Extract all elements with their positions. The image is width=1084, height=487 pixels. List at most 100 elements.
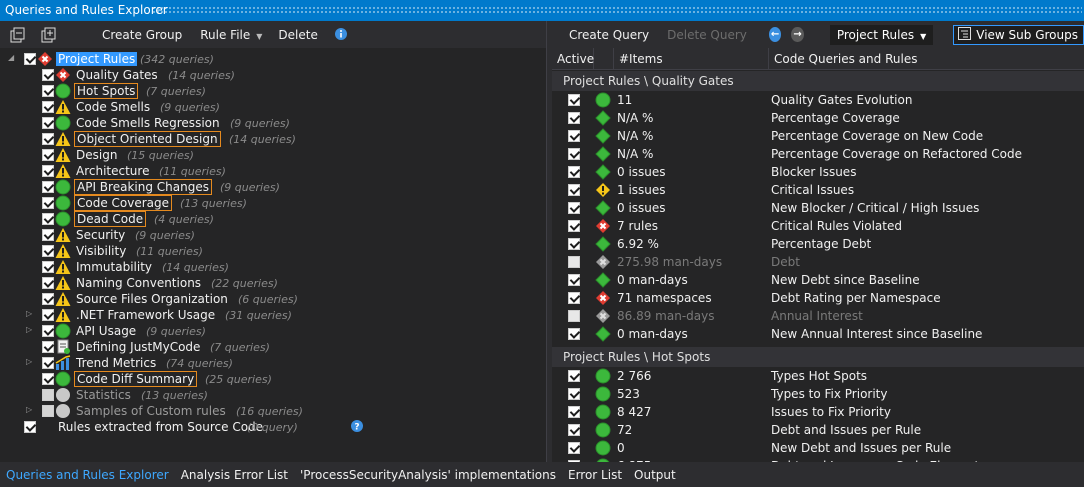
bottom-tab[interactable]: Output — [628, 468, 682, 482]
group-header[interactable]: Project Rules \ Hot Spots — [552, 347, 1084, 367]
tree-item-label[interactable]: .NET Framework Usage — [74, 308, 217, 322]
tree-item-checkbox[interactable] — [42, 69, 54, 81]
delete-query-button[interactable]: Delete Query — [659, 28, 755, 42]
tree-item-label[interactable]: API Usage — [74, 324, 138, 338]
tree-item-checkbox[interactable] — [42, 101, 54, 113]
tree-item[interactable]: Quality Gates (14 queries) — [0, 67, 546, 83]
tree-item[interactable]: Code Smells Regression (9 queries) — [0, 115, 546, 131]
tree-item[interactable]: Object Oriented Design (14 queries) — [0, 131, 546, 147]
query-name[interactable]: Types Hot Spots — [771, 369, 867, 383]
bottom-tab[interactable]: Analysis Error List — [175, 468, 294, 482]
query-row[interactable]: 0 New Debt and Issues per Rule — [552, 439, 1084, 457]
query-row[interactable]: 72 Debt and Issues per Rule — [552, 421, 1084, 439]
tree-item-label[interactable]: Source Files Organization — [74, 292, 230, 306]
query-name[interactable]: Debt Rating per Namespace — [771, 291, 941, 305]
col-name-header[interactable]: Code Queries and Rules — [769, 48, 1084, 70]
collapse-all-icon[interactable] — [10, 27, 26, 43]
query-row[interactable]: N/A % Percentage Coverage on New Code — [552, 127, 1084, 145]
query-row[interactable]: N/A % Percentage Coverage — [552, 109, 1084, 127]
tree-item[interactable]: Visibility (11 queries) — [0, 243, 546, 259]
tree-item[interactable]: ▷ Trend Metrics (74 queries) — [0, 355, 546, 371]
query-row[interactable]: 8 427 Issues to Fix Priority — [552, 403, 1084, 421]
tree-item-checkbox[interactable] — [42, 229, 54, 241]
query-row[interactable]: N/A % Percentage Coverage on Refactored C… — [552, 145, 1084, 163]
query-name[interactable]: Debt — [771, 255, 800, 269]
bottom-tab[interactable]: 'ProcessSecurityAnalysis' implementation… — [294, 468, 562, 482]
delete-button[interactable]: Delete — [270, 28, 325, 42]
back-icon[interactable]: ← — [768, 27, 782, 42]
root-checkbox[interactable] — [24, 53, 36, 65]
query-row[interactable]: 0 man-days New Debt since Baseline — [552, 271, 1084, 289]
query-name[interactable]: Debt and Issues per Rule — [771, 423, 921, 437]
query-row[interactable]: 11 Quality Gates Evolution — [552, 91, 1084, 109]
titlebar-grip[interactable] — [152, 6, 1082, 15]
tree-item-checkbox[interactable] — [42, 357, 54, 369]
help-icon[interactable]: ? — [350, 419, 366, 435]
tree-item-label[interactable]: Visibility — [74, 244, 128, 258]
tree-item-label[interactable]: Dead Code — [74, 211, 147, 227]
tree-item-checkbox[interactable] — [42, 405, 54, 417]
query-name[interactable]: Percentage Coverage on New Code — [771, 129, 983, 143]
info-icon[interactable] — [334, 27, 350, 43]
query-name[interactable]: Critical Issues — [771, 183, 854, 197]
query-active-checkbox[interactable] — [568, 442, 580, 454]
query-name[interactable]: Percentage Coverage — [771, 111, 900, 125]
tree-item-label[interactable]: Design — [74, 148, 119, 162]
tree-item-label[interactable]: Samples of Custom rules — [74, 404, 228, 418]
query-name[interactable]: Percentage Coverage on Refactored Code — [771, 147, 1022, 161]
tree-item-label[interactable]: Trend Metrics — [74, 356, 158, 370]
col-active-header[interactable]: Active — [552, 48, 594, 70]
query-row[interactable]: 275.98 man-days Debt — [552, 253, 1084, 271]
tree-item-checkbox[interactable] — [42, 389, 54, 401]
bottom-tab[interactable]: Queries and Rules Explorer — [0, 468, 175, 482]
rule-file-menu[interactable]: Rule File ▼ — [192, 28, 270, 42]
tree-item-checkbox[interactable] — [42, 261, 54, 273]
tree-item[interactable]: Hot Spots (7 queries) — [0, 83, 546, 99]
tree-item-label[interactable]: API Breaking Changes — [74, 179, 212, 195]
query-row[interactable]: 0 issues New Blocker / Critical / High Is… — [552, 199, 1084, 217]
query-name[interactable]: Critical Rules Violated — [771, 219, 902, 233]
tree-item[interactable]: ▷ .NET Framework Usage (31 queries) — [0, 307, 546, 323]
tree-item[interactable]: Source Files Organization (6 queries) — [0, 291, 546, 307]
query-active-checkbox[interactable] — [568, 388, 580, 400]
query-row[interactable]: 523 Types to Fix Priority — [552, 385, 1084, 403]
query-active-checkbox[interactable] — [568, 424, 580, 436]
create-group-button[interactable]: Create Group — [94, 28, 190, 42]
tree-root-row[interactable]: ◢ Project Rules (342 queries) — [0, 51, 546, 67]
tree-item-label[interactable]: Defining JustMyCode — [74, 340, 202, 354]
tree-item-checkbox[interactable] — [42, 181, 54, 193]
tree-item-label[interactable]: Security — [74, 228, 127, 242]
query-active-checkbox[interactable] — [568, 166, 580, 178]
expand-arrow-icon[interactable]: ▷ — [26, 406, 34, 414]
view-sub-groups-button[interactable]: View Sub Groups — [953, 24, 1084, 45]
tree-item-label[interactable]: Code Smells Regression — [74, 116, 222, 130]
tree-item-label[interactable]: Code Coverage — [74, 195, 173, 211]
query-active-checkbox[interactable] — [568, 274, 580, 286]
query-row[interactable]: 71 namespaces Debt Rating per Namespace — [552, 289, 1084, 307]
tree-item[interactable]: ▷ API Usage (9 queries) — [0, 323, 546, 339]
tree-item-checkbox[interactable] — [42, 85, 54, 97]
query-name[interactable]: New Debt and Issues per Rule — [771, 441, 951, 455]
query-name[interactable]: Quality Gates Evolution — [771, 93, 912, 107]
source-rules-label[interactable]: Rules extracted from Source Code — [56, 420, 265, 434]
expand-arrow-icon[interactable]: ▷ — [26, 310, 34, 318]
query-active-checkbox[interactable] — [568, 184, 580, 196]
tree-item[interactable]: Security (9 queries) — [0, 227, 546, 243]
tree-item-label[interactable]: Hot Spots — [74, 83, 139, 99]
tree-item-checkbox[interactable] — [42, 197, 54, 209]
source-rules-row[interactable]: Rules extracted from Source Code (0 quer… — [0, 419, 546, 435]
tree-root-label[interactable]: Project Rules — [56, 52, 138, 66]
query-row[interactable]: 2 766 Types Hot Spots — [552, 367, 1084, 385]
query-active-checkbox[interactable] — [568, 406, 580, 418]
tree-item-checkbox[interactable] — [42, 117, 54, 129]
query-active-checkbox[interactable] — [568, 130, 580, 142]
tree-item-label[interactable]: Architecture — [74, 164, 151, 178]
tree-item-checkbox[interactable] — [42, 133, 54, 145]
query-active-checkbox[interactable] — [568, 238, 580, 250]
tree-item-checkbox[interactable] — [42, 245, 54, 257]
tree-item-checkbox[interactable] — [42, 213, 54, 225]
query-active-checkbox[interactable] — [568, 310, 580, 322]
query-row[interactable]: 86.89 man-days Annual Interest — [552, 307, 1084, 325]
query-name[interactable]: New Annual Interest since Baseline — [771, 327, 982, 341]
tree-item-label[interactable]: Immutability — [74, 260, 154, 274]
